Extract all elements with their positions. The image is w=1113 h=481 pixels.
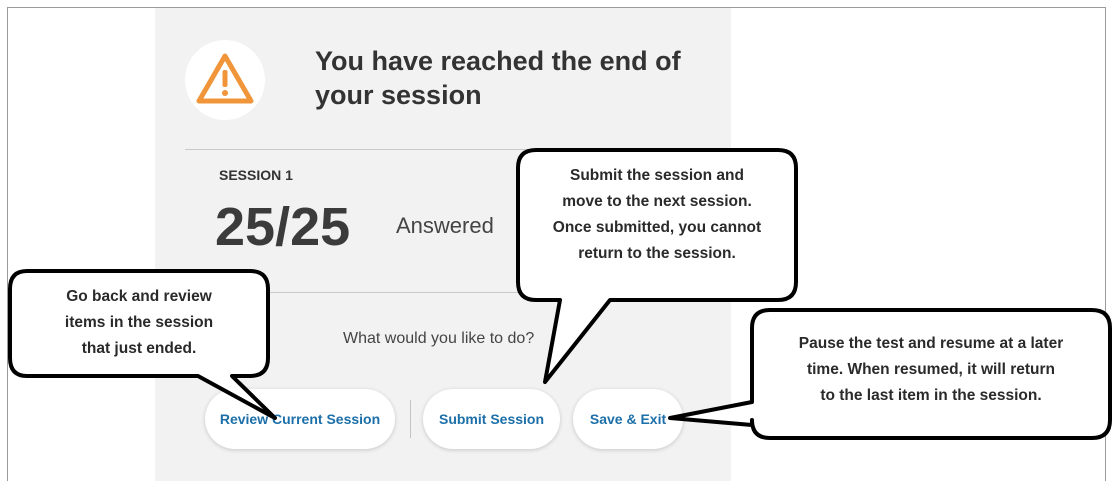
callout-submit-text: Submit the session and move to the next … — [552, 167, 762, 262]
callout-review-text: Go back and review items in the session … — [64, 288, 214, 357]
callout-save-exit-text: Pause the test and resume at a later tim… — [798, 335, 1064, 404]
